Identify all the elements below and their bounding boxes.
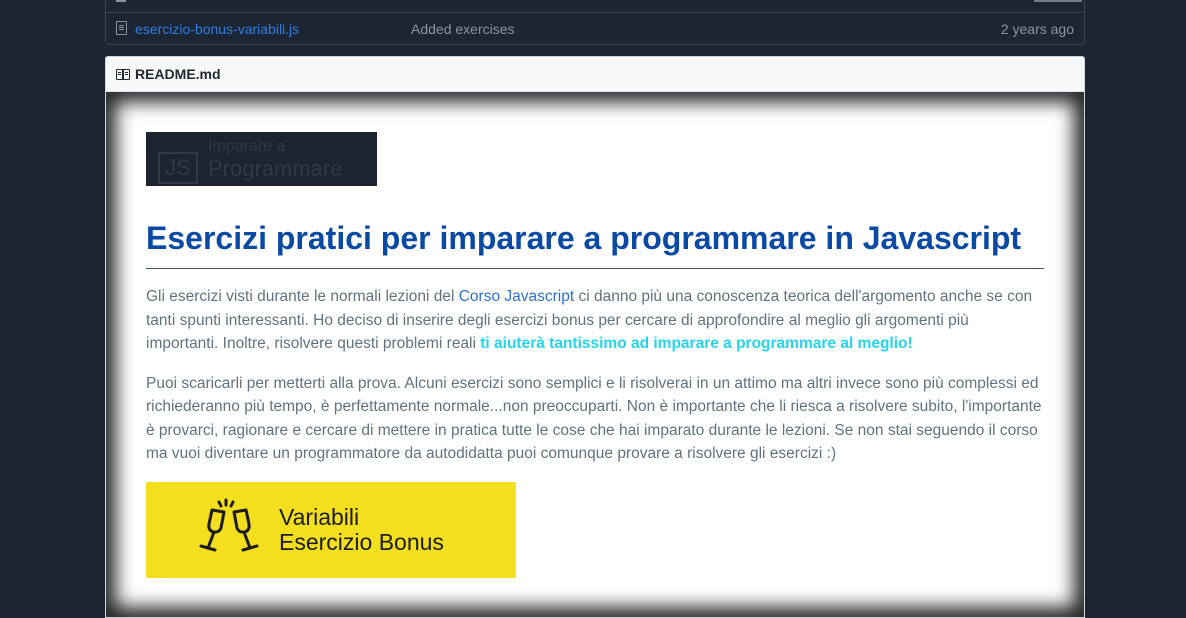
champagne-glasses-icon	[199, 498, 259, 551]
corso-javascript-link[interactable]: Corso Javascript	[459, 288, 574, 305]
logo-line2: Programmare	[208, 156, 343, 181]
file-name-link[interactable]: esercizio-bonus-variabili.js	[135, 21, 299, 37]
readme-filename: README.md	[135, 66, 221, 82]
file-list-row: esercizio-bonus-variabili.js Added exerc…	[106, 13, 1084, 44]
readme-content: JS Imparare a Programmare Esercizi prati…	[146, 132, 1044, 578]
readme-header: README.md	[106, 57, 1084, 92]
logo-line1: Imparare a	[208, 138, 286, 155]
readme-body: JS Imparare a Programmare Esercizi prati…	[106, 92, 1084, 617]
logo-image: JS Imparare a Programmare	[146, 132, 377, 186]
banner-subtitle: Esercizio Bonus	[279, 528, 444, 555]
js-badge: JS	[158, 152, 198, 184]
variabili-banner-image[interactable]: Variabili Esercizio Bonus	[146, 481, 516, 578]
file-icon	[116, 21, 127, 35]
highlight-text: ti aiuterà tantissimo ad imparare a prog…	[480, 335, 913, 352]
commit-message-link[interactable]: Added exercises	[411, 21, 515, 37]
commit-age: 2 years ago	[1000, 21, 1074, 37]
book-icon	[116, 68, 130, 80]
file-list-row-partial	[106, 0, 1084, 13]
second-paragraph: Puoi scaricarli per metterti alla prova.…	[146, 374, 1042, 463]
banner-title: Variabili	[279, 503, 360, 530]
intro-paragraph: Gli esercizi visti durante le normali le…	[146, 288, 1033, 352]
readme-heading: Esercizi pratici per imparare a programm…	[146, 218, 1044, 269]
file-list: esercizio-bonus-variabili.js Added exerc…	[105, 0, 1085, 45]
readme-panel: README.md JS Imparare a Programmare Eser…	[105, 56, 1085, 618]
file-icon	[116, 0, 126, 2]
